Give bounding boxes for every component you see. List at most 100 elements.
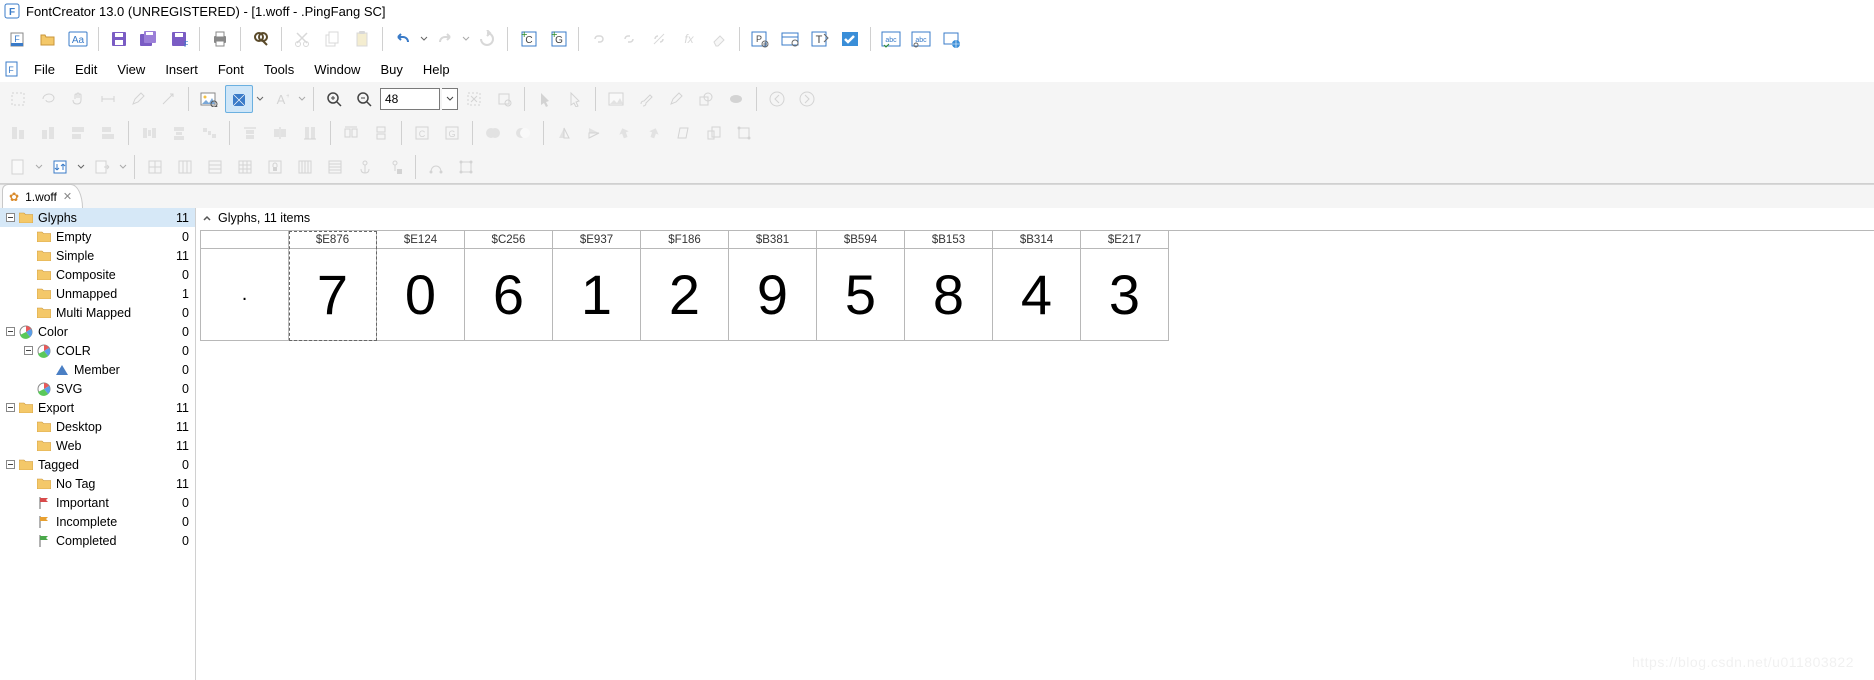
menu-insert[interactable]: Insert xyxy=(155,59,208,80)
zoom-selection-button xyxy=(490,85,518,113)
font-settings-button[interactable]: Aa xyxy=(64,25,92,53)
svg-text:F: F xyxy=(14,34,20,44)
tree-row[interactable]: Color0 xyxy=(0,322,195,341)
glyph-cell[interactable]: . xyxy=(201,231,289,341)
align-4 xyxy=(94,119,122,147)
menu-window[interactable]: Window xyxy=(304,59,370,80)
zoom-in-button[interactable] xyxy=(320,85,348,113)
curve-2 xyxy=(452,153,480,181)
menu-font[interactable]: Font xyxy=(208,59,254,80)
text-dropdown[interactable] xyxy=(297,85,307,113)
tree-toggle[interactable] xyxy=(4,459,16,471)
scale xyxy=(700,119,728,147)
print-button[interactable] xyxy=(206,25,234,53)
glyph-cell[interactable]: $B5945 xyxy=(817,231,905,341)
find-button[interactable] xyxy=(247,25,275,53)
grid-6 xyxy=(321,153,349,181)
close-icon[interactable]: ✕ xyxy=(63,190,72,203)
glyph-code: $F186 xyxy=(641,231,728,249)
bool-union xyxy=(479,119,507,147)
tree-row[interactable]: Incomplete0 xyxy=(0,512,195,531)
grid-1 xyxy=(141,153,169,181)
toolbar-separator xyxy=(543,121,544,145)
autohint-button[interactable]: abc xyxy=(877,25,905,53)
toolbar-separator xyxy=(281,27,282,51)
tree-row[interactable]: Export11 xyxy=(0,398,195,417)
tree-toggle[interactable] xyxy=(22,345,34,357)
glyph-cell[interactable]: $B3819 xyxy=(729,231,817,341)
tree-row[interactable]: Tagged0 xyxy=(0,455,195,474)
properties-button[interactable]: P xyxy=(746,25,774,53)
new-doc-dropdown[interactable] xyxy=(34,153,44,181)
tree-row[interactable]: Multi Mapped0 xyxy=(0,303,195,322)
tree-row[interactable]: Web11 xyxy=(0,436,195,455)
undo-dropdown[interactable] xyxy=(419,25,429,53)
tree-row[interactable]: Unmapped1 xyxy=(0,284,195,303)
glyph-cell[interactable]: $B3144 xyxy=(993,231,1081,341)
web-button[interactable] xyxy=(937,25,965,53)
collapse-icon[interactable] xyxy=(200,211,214,225)
tree-row[interactable]: Important0 xyxy=(0,493,195,512)
toolbar-separator xyxy=(188,87,189,111)
tree-toggle[interactable] xyxy=(4,326,16,338)
zoom-out-button[interactable] xyxy=(350,85,378,113)
svg-text:+: + xyxy=(286,93,289,100)
menu-file[interactable]: File xyxy=(24,59,65,80)
tree-count: 0 xyxy=(169,363,189,377)
tree-row[interactable]: Simple11 xyxy=(0,246,195,265)
add-glyph-button[interactable]: G+ xyxy=(544,25,572,53)
break-link-button xyxy=(645,25,673,53)
tree-row[interactable]: Desktop11 xyxy=(0,417,195,436)
menu-edit[interactable]: Edit xyxy=(65,59,107,80)
glyph-cell[interactable]: $E1240 xyxy=(377,231,465,341)
tree-row[interactable]: Empty0 xyxy=(0,227,195,246)
undo-button[interactable] xyxy=(389,25,417,53)
tree-row[interactable]: Composite0 xyxy=(0,265,195,284)
menu-help[interactable]: Help xyxy=(413,59,460,80)
preview-button[interactable] xyxy=(776,25,804,53)
glyph-cell[interactable]: $E2173 xyxy=(1081,231,1169,341)
validate-button[interactable] xyxy=(836,25,864,53)
sort-dropdown[interactable] xyxy=(76,153,86,181)
open-button[interactable] xyxy=(34,25,62,53)
flip-h xyxy=(550,119,578,147)
tree-row[interactable]: SVG0 xyxy=(0,379,195,398)
save-all-button[interactable] xyxy=(135,25,163,53)
test-font-button[interactable]: T xyxy=(806,25,834,53)
grid-5 xyxy=(291,153,319,181)
kern-button[interactable]: abc xyxy=(907,25,935,53)
image-tool[interactable] xyxy=(195,85,223,113)
save-as-button[interactable]: F xyxy=(165,25,193,53)
svg-text:F: F xyxy=(8,65,14,75)
save-button[interactable] xyxy=(105,25,133,53)
sort-button[interactable] xyxy=(46,153,74,181)
tree-row[interactable]: COLR0 xyxy=(0,341,195,360)
tree-toggle[interactable] xyxy=(4,212,16,224)
glyph-cell[interactable]: $B1538 xyxy=(905,231,993,341)
tree-row[interactable]: Member0 xyxy=(0,360,195,379)
document-tab[interactable]: ✿ 1.woff ✕ xyxy=(2,184,83,208)
shape-button xyxy=(692,85,720,113)
glyph-cell[interactable]: $F1862 xyxy=(641,231,729,341)
glyph-cell[interactable]: $C2566 xyxy=(465,231,553,341)
add-char-button[interactable]: C+ xyxy=(514,25,542,53)
menu-buy[interactable]: Buy xyxy=(370,59,412,80)
zoom-dropdown[interactable] xyxy=(442,88,458,110)
zoom-input[interactable] xyxy=(380,88,440,110)
fill-tool[interactable] xyxy=(225,85,253,113)
export-dropdown[interactable] xyxy=(118,153,128,181)
tree-toggle[interactable] xyxy=(4,402,16,414)
glyph-cell[interactable]: $E9371 xyxy=(553,231,641,341)
tree-row[interactable]: No Tag11 xyxy=(0,474,195,493)
menu-tools[interactable]: Tools xyxy=(254,59,304,80)
redo-dropdown[interactable] xyxy=(461,25,471,53)
tree-label: No Tag xyxy=(56,477,169,491)
new-font-button[interactable]: F xyxy=(4,25,32,53)
glyph-preview: 3 xyxy=(1081,249,1168,341)
menu-view[interactable]: View xyxy=(107,59,155,80)
tree-row[interactable]: Glyphs11 xyxy=(0,208,195,227)
app-icon: F xyxy=(4,3,20,19)
glyph-cell[interactable]: $E8767 xyxy=(289,231,377,341)
tree-row[interactable]: Completed0 xyxy=(0,531,195,550)
fill-dropdown[interactable] xyxy=(255,85,265,113)
